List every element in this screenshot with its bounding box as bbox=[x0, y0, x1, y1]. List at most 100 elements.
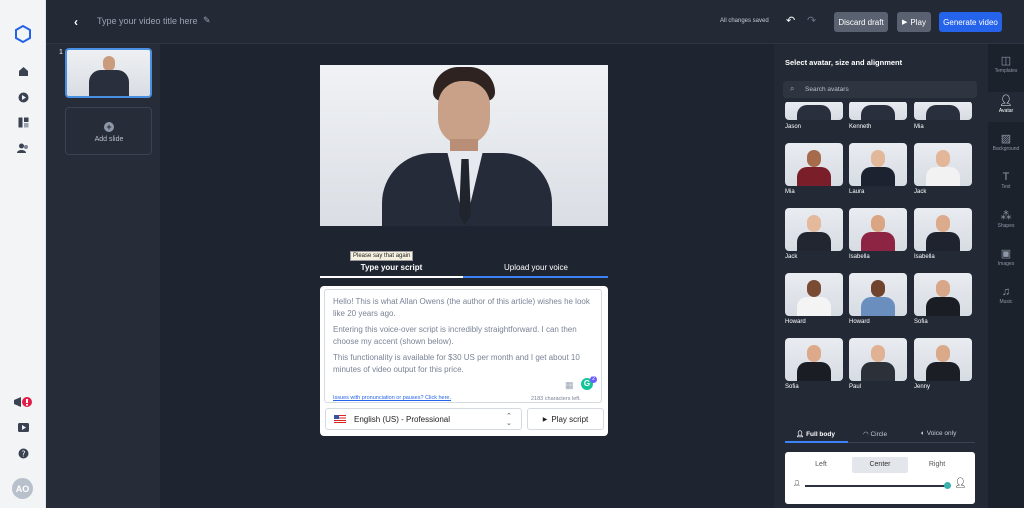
avatar-card[interactable]: Jenny bbox=[914, 338, 972, 394]
avatar-name: Laura bbox=[849, 189, 865, 195]
tab-underline-track bbox=[463, 276, 608, 278]
team-icon[interactable] bbox=[0, 140, 46, 156]
language-label: English (US) - Professional bbox=[354, 415, 451, 424]
slides-panel: 1 + Add slide bbox=[46, 44, 160, 508]
redo-icon[interactable]: ↷ bbox=[807, 14, 816, 27]
tab-upload-voice[interactable]: Upload your voice bbox=[464, 263, 608, 272]
edit-pencil-icon[interactable]: ✎ bbox=[203, 15, 211, 26]
tool-music[interactable]: ♫ Music bbox=[988, 285, 1024, 305]
language-select[interactable]: English (US) - Professional ⌃ ⌄ bbox=[325, 408, 522, 430]
logo-icon[interactable] bbox=[0, 25, 46, 43]
avatar-card[interactable]: Howard bbox=[785, 273, 843, 329]
tab-voice-only[interactable]: 🔈︎ Voice only bbox=[921, 430, 956, 438]
plus-icon: + bbox=[104, 122, 114, 132]
discard-draft-button[interactable]: Discard draft bbox=[834, 12, 888, 32]
avatar-card[interactable]: Jack bbox=[914, 143, 972, 199]
search-icon: ⌕ bbox=[790, 84, 795, 93]
avatar-card[interactable]: Mia bbox=[785, 143, 843, 199]
tool-text[interactable]: T Text bbox=[988, 170, 1024, 190]
undo-icon[interactable]: ↶ bbox=[786, 14, 795, 27]
avatar-card[interactable]: Isabella bbox=[914, 208, 972, 264]
avatar-card[interactable]: Isabella bbox=[849, 208, 907, 264]
avatar-name: Sofia bbox=[785, 384, 799, 390]
templates-nav-icon[interactable] bbox=[0, 114, 46, 130]
avatar-card[interactable]: Jack bbox=[785, 208, 843, 264]
avatar-thumbnail bbox=[914, 143, 972, 186]
align-left[interactable]: Left bbox=[793, 457, 849, 473]
back-icon[interactable]: ‹ bbox=[74, 15, 78, 29]
avatar-card[interactable]: Howard bbox=[849, 273, 907, 329]
tab-type-script[interactable]: Type your script bbox=[320, 263, 463, 272]
avatar-thumbnail bbox=[914, 208, 972, 251]
person-icon: 👤︎ bbox=[796, 431, 805, 438]
images-icon: ▣ bbox=[1000, 248, 1012, 260]
play-script-button[interactable]: ▶ Play script bbox=[527, 408, 604, 430]
tool-avatar[interactable]: 👤︎ Avatar bbox=[988, 92, 1024, 122]
background-icon: ▨ bbox=[1000, 133, 1012, 145]
announcements-icon[interactable] bbox=[0, 394, 46, 410]
size-tab-underline bbox=[785, 441, 848, 443]
home-icon[interactable] bbox=[0, 63, 46, 79]
add-slide-button[interactable]: + Add slide bbox=[65, 107, 152, 155]
avatar-thumbnail bbox=[849, 208, 907, 251]
tooltip: Please say that again bbox=[350, 251, 414, 261]
script-textarea[interactable]: Hello! This is what Allan Owens (the aut… bbox=[324, 289, 602, 403]
avatar-name: Mia bbox=[914, 124, 924, 130]
presenter-head bbox=[438, 81, 490, 145]
text-label: Text bbox=[1001, 184, 1011, 190]
slider-handle[interactable] bbox=[944, 482, 951, 489]
help-icon[interactable]: ? bbox=[0, 445, 46, 461]
avatar-thumbnail bbox=[914, 273, 972, 316]
avatar-thumbnail bbox=[785, 208, 843, 251]
videos-icon[interactable] bbox=[0, 89, 46, 105]
size-slider[interactable] bbox=[805, 485, 950, 487]
tool-background[interactable]: ▨ Background bbox=[988, 132, 1024, 152]
avatar-card[interactable]: Paul bbox=[849, 338, 907, 394]
us-flag-icon bbox=[334, 415, 346, 423]
size-tabs: 👤︎ Full body ◠ Circle 🔈︎ Voice only bbox=[785, 425, 975, 443]
video-preview[interactable] bbox=[320, 65, 608, 226]
user-avatar[interactable]: AO bbox=[12, 478, 33, 499]
video-title-input[interactable]: Type your video title here bbox=[97, 16, 198, 26]
search-avatars-input[interactable]: ⌕ Search avatars bbox=[783, 81, 977, 98]
tool-shapes[interactable]: ⁂ Shapes bbox=[988, 209, 1024, 229]
avatar-name: Howard bbox=[785, 319, 806, 325]
avatar-name: Isabella bbox=[849, 254, 870, 260]
align-center[interactable]: Center bbox=[852, 457, 908, 473]
avatar-thumbnail bbox=[849, 273, 907, 316]
tutorials-icon[interactable] bbox=[0, 419, 46, 435]
add-slide-label: Add slide bbox=[94, 136, 124, 143]
tool-images[interactable]: ▣ Images bbox=[988, 247, 1024, 267]
avatar-name: Kenneth bbox=[849, 124, 872, 130]
script-paragraph-2: Entering this voice-over script is incre… bbox=[333, 325, 577, 346]
translate-icon[interactable]: ▦ bbox=[565, 380, 574, 392]
slide-number: 1 bbox=[59, 49, 63, 56]
avatar-grid: Jason Kenneth Mia Mia Laura Jack Jack Isabella I… bbox=[774, 102, 988, 442]
pronunciation-link[interactable]: Issues with pronunciation or pauses? Cli… bbox=[333, 395, 451, 401]
align-right[interactable]: Right bbox=[909, 457, 965, 473]
slide-thumbnail[interactable] bbox=[65, 48, 152, 98]
tab-circle[interactable]: ◠ Circle bbox=[863, 430, 887, 438]
tab-active-underline bbox=[320, 276, 463, 278]
script-card: Hello! This is what Allan Owens (the aut… bbox=[320, 286, 608, 436]
script-paragraph-3: This functionality is available for $30 … bbox=[333, 353, 580, 374]
avatar-card[interactable]: Laura bbox=[849, 143, 907, 199]
generate-video-button[interactable]: Generate video bbox=[939, 12, 1002, 32]
music-label: Music bbox=[999, 299, 1013, 305]
avatar-thumbnail bbox=[914, 102, 972, 120]
avatar-thumbnail bbox=[849, 338, 907, 381]
images-label: Images bbox=[997, 261, 1015, 267]
panel-heading: Select avatar, size and alignment bbox=[785, 58, 903, 67]
avatar-card[interactable]: Sofia bbox=[785, 338, 843, 394]
size-small-icon: 👤︎ bbox=[793, 481, 801, 487]
avatar-card[interactable]: Sofia bbox=[914, 273, 972, 329]
avatar-name: Jenny bbox=[914, 384, 931, 390]
play-button[interactable]: ▶ Play bbox=[897, 12, 931, 32]
play-script-label: Play script bbox=[551, 414, 589, 424]
tool-templates[interactable]: ◫ Templates bbox=[988, 54, 1024, 74]
tab-full-body[interactable]: 👤︎ Full body bbox=[796, 430, 835, 438]
top-bar: ‹ Type your video title here ✎ All chang… bbox=[46, 0, 1024, 44]
templates-label: Templates bbox=[994, 68, 1018, 74]
avatar-name: Howard bbox=[849, 319, 870, 325]
avatar-thumbnail bbox=[914, 338, 972, 381]
